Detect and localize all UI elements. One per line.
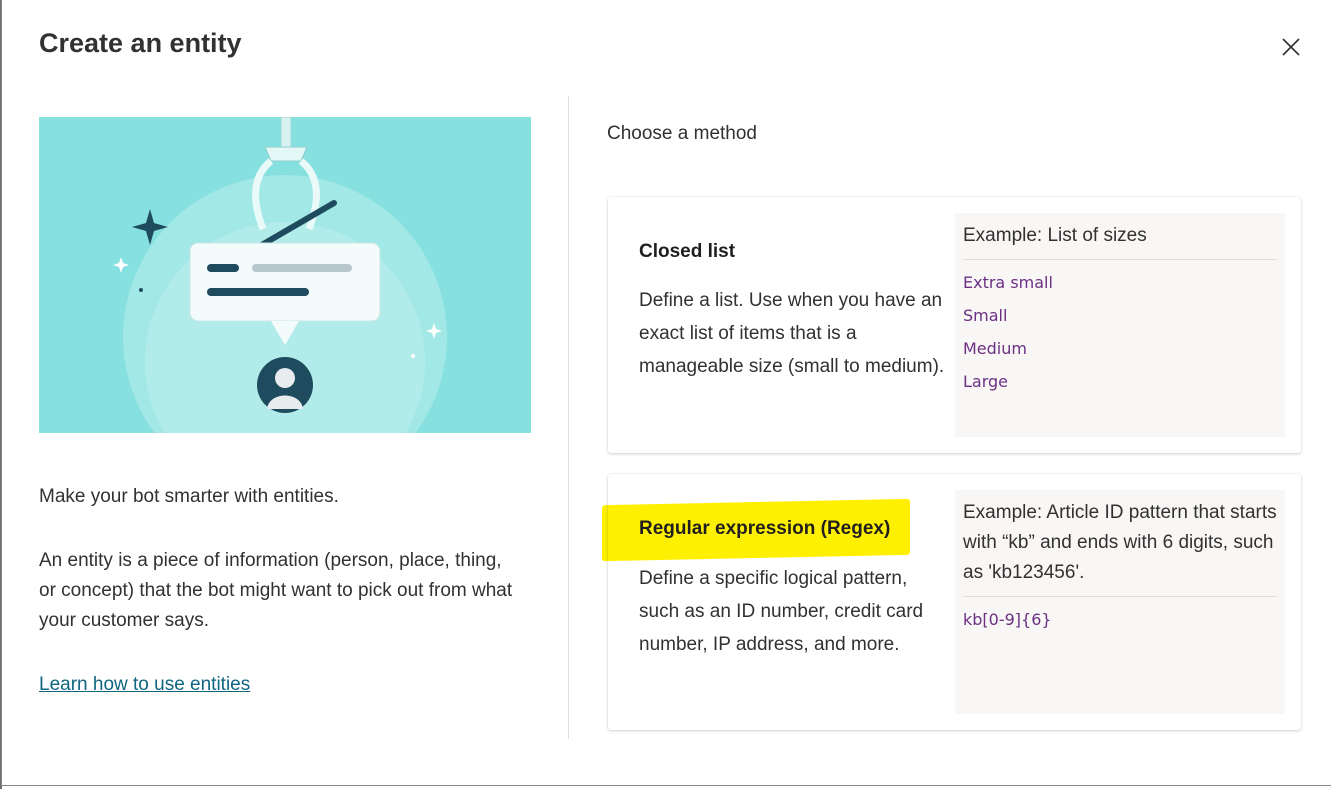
example-item: Small: [963, 306, 1008, 325]
create-entity-dialog: Create an entity Make your bot smarter w…: [1, 0, 1331, 786]
example-item: Large: [963, 372, 1009, 391]
example-item: Extra small: [963, 273, 1053, 292]
closed-list-card[interactable]: Closed list Define a list. Use when you …: [608, 197, 1301, 453]
method-description: Define a list. Use when you have an exac…: [639, 290, 945, 377]
example-item: kb[0-9]{6}: [963, 610, 1052, 629]
dialog-title: Create an entity: [39, 28, 242, 58]
example-divider: [963, 259, 1277, 260]
regex-card[interactable]: Regular expression (Regex) Define a spec…: [608, 474, 1301, 730]
learn-entities-link[interactable]: Learn how to use entities: [39, 674, 250, 696]
example-divider: [963, 596, 1277, 597]
example-title: Example: Article ID pattern that starts …: [963, 502, 1277, 583]
close-button[interactable]: [1274, 30, 1308, 64]
method-description: Define a specific logical pattern, such …: [639, 568, 924, 655]
method-name: Regular expression (Regex): [639, 518, 891, 539]
example-title: Example: List of sizes: [963, 225, 1147, 246]
entity-description: An entity is a piece of information (per…: [39, 550, 513, 631]
method-name: Closed list: [639, 241, 736, 262]
entity-illustration: [39, 117, 531, 433]
example-item: Medium: [963, 339, 1027, 358]
example-panel: Example: List of sizes Extra small Small…: [955, 213, 1285, 437]
intro-text: Make your bot smarter with entities.: [39, 486, 339, 507]
example-panel: Example: Article ID pattern that starts …: [955, 490, 1285, 714]
close-icon: [1282, 38, 1300, 56]
choose-method-heading: Choose a method: [607, 123, 757, 144]
column-divider: [568, 96, 569, 739]
